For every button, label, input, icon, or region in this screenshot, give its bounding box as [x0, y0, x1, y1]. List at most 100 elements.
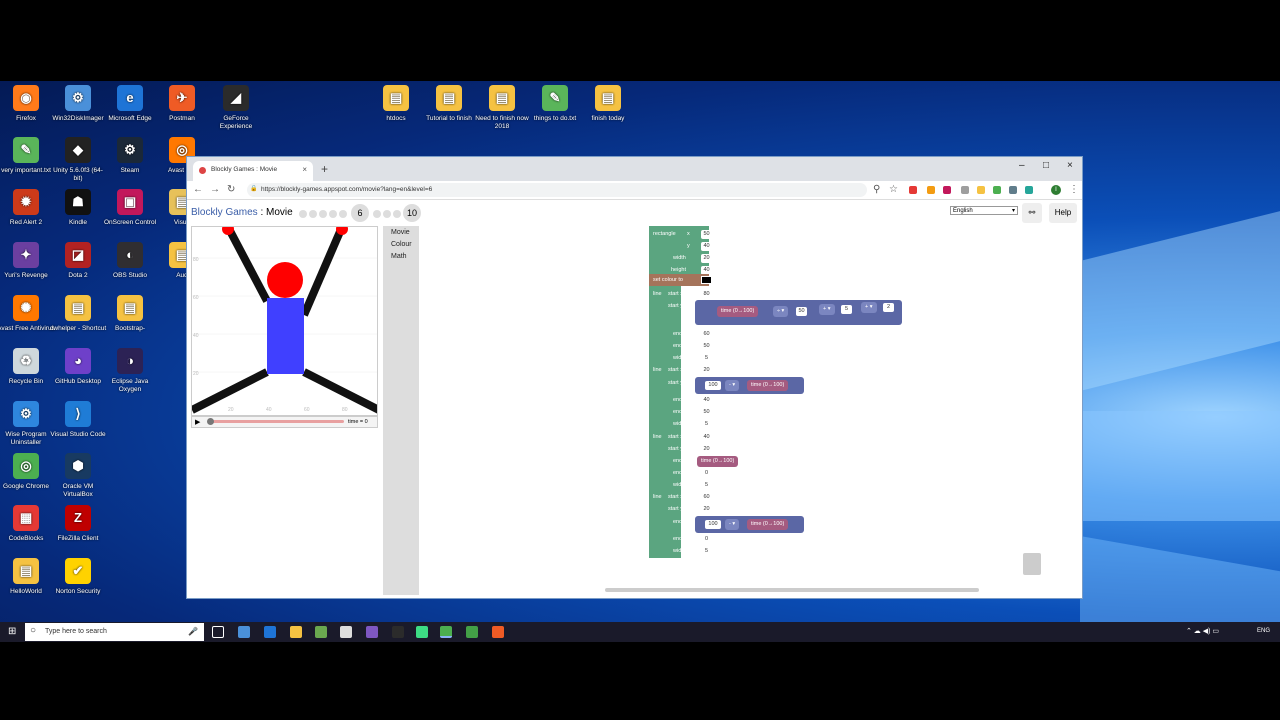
desktop-icon[interactable]: ◢ GeForce Experience: [207, 85, 265, 131]
divisor-value[interactable]: 50: [796, 307, 807, 316]
rect-y-value[interactable]: 40: [701, 242, 712, 251]
time-block[interactable]: time (0→100): [747, 519, 789, 530]
subtract-minuend-2[interactable]: 100: [705, 520, 721, 529]
line2-endy-value[interactable]: 50: [701, 408, 712, 417]
level-8-dot[interactable]: [383, 210, 391, 218]
toolbox-movie[interactable]: Movie: [383, 226, 419, 238]
desktop-icon[interactable]: ▤ HelloWorld: [0, 558, 55, 596]
help-button[interactable]: Help: [1049, 203, 1077, 223]
trash-icon[interactable]: [1023, 553, 1041, 575]
desktop-icon[interactable]: ◐ OBS Studio: [101, 242, 159, 280]
desktop-icon[interactable]: ◑ Eclipse Java Oxygen: [101, 348, 159, 394]
minimize-button[interactable]: –: [1019, 160, 1025, 171]
bookmark-star-icon[interactable]: ☆: [889, 184, 898, 195]
desktop-icon[interactable]: Z FileZilla Client: [49, 505, 107, 543]
profile-avatar[interactable]: I: [1051, 185, 1061, 195]
current-level-badge[interactable]: 6: [351, 204, 369, 222]
level-1-dot[interactable]: [299, 210, 307, 218]
rect-x-value[interactable]: 50: [701, 230, 712, 239]
minus-operator[interactable]: - ▾: [725, 380, 740, 391]
chart-extension-icon[interactable]: [927, 186, 935, 194]
level-4-dot[interactable]: [329, 210, 337, 218]
desktop-icon[interactable]: ✈ Postman: [153, 85, 211, 123]
desktop-icon[interactable]: ✎ things to do.txt: [526, 85, 584, 123]
desktop-icon[interactable]: ⬢ Oracle VM VirtualBox: [49, 453, 107, 499]
start-windows-icon[interactable]: ⊞: [8, 626, 16, 637]
filter-extension-icon[interactable]: [1009, 186, 1017, 194]
desktop-icon[interactable]: ◕ GitHub Desktop: [49, 348, 107, 386]
back-icon[interactable]: ←: [193, 184, 203, 195]
level-7-dot[interactable]: [373, 210, 381, 218]
visual-studio-icon[interactable]: [366, 626, 378, 638]
sync-extension-icon[interactable]: [1025, 186, 1033, 194]
time-block[interactable]: time (0→100): [717, 306, 759, 317]
desktop-icon[interactable]: ▤ Bootstrap-: [101, 295, 159, 333]
level-3-dot[interactable]: [319, 210, 327, 218]
microphone-icon[interactable]: 🎤: [188, 627, 198, 636]
folder-extension-icon[interactable]: [977, 186, 985, 194]
forward-icon[interactable]: →: [210, 184, 220, 195]
desktop-icon[interactable]: ◎ Google Chrome: [0, 453, 55, 491]
divide-operator[interactable]: ÷ ▾: [773, 306, 789, 317]
line4-endy-value[interactable]: 0: [701, 535, 712, 544]
line2-width-value[interactable]: 5: [701, 420, 712, 429]
line1-startx-value[interactable]: 80: [701, 290, 712, 299]
plus-operator-2[interactable]: + ▾: [861, 302, 877, 313]
desktop-icon[interactable]: ♻ Recycle Bin: [0, 348, 55, 386]
level-9-dot[interactable]: [393, 210, 401, 218]
desktop-icon[interactable]: ⚙ Wise Program Uninstaller: [0, 401, 55, 447]
language-select[interactable]: English ▾: [950, 206, 1018, 215]
line3-startx-value[interactable]: 40: [701, 433, 712, 442]
subtract-minuend[interactable]: 100: [705, 381, 721, 390]
line3-width-value[interactable]: 5: [701, 481, 712, 490]
desktop-icon[interactable]: ✦ Yuri's Revenge: [0, 242, 55, 280]
rect-width-value[interactable]: 20: [701, 254, 712, 263]
line4-width-value[interactable]: 5: [701, 547, 712, 556]
opera-extension-icon[interactable]: [909, 186, 917, 194]
close-window-button[interactable]: ×: [1067, 160, 1073, 171]
desktop-icon[interactable]: ▤ Need to finish now 2018: [473, 85, 531, 131]
line3-endy-value[interactable]: 0: [701, 469, 712, 478]
colour-swatch[interactable]: [701, 276, 712, 284]
postman-taskbar-icon[interactable]: [492, 626, 504, 638]
desktop-icon[interactable]: ▣ OnScreen Control: [101, 189, 159, 227]
line4-starty-value[interactable]: 20: [701, 505, 712, 514]
file-explorer-icon[interactable]: [290, 626, 302, 638]
chrome-taskbar-icon[interactable]: [440, 626, 452, 638]
input-language[interactable]: ENG: [1257, 628, 1270, 634]
desktop-icon[interactable]: ⟩ Visual Studio Code: [49, 401, 107, 439]
level-5-dot[interactable]: [339, 210, 347, 218]
desktop-icon[interactable]: ⚙ Steam: [101, 137, 159, 175]
desktop-icon[interactable]: ✔ Norton Security: [49, 558, 107, 596]
desktop-icon[interactable]: ✺ Avast Free Antivirus: [0, 295, 55, 333]
edge-taskbar-icon[interactable]: [264, 626, 276, 638]
time-block[interactable]: time (0→100): [747, 380, 789, 391]
camtasia-icon[interactable]: [466, 626, 478, 638]
desktop-icon[interactable]: ▤ htdocs: [367, 85, 425, 123]
desktop-icon[interactable]: ⚙ Win32DiskImager: [49, 85, 107, 123]
toolbox-colour[interactable]: Colour: [383, 238, 419, 250]
desktop-icon[interactable]: ◉ Firefox: [0, 85, 55, 123]
toolbox-math[interactable]: Math: [383, 250, 419, 262]
system-tray-icons[interactable]: ⌃ ☁ ◀) ▭: [1186, 627, 1219, 635]
line2-endx-value[interactable]: 40: [701, 396, 712, 405]
time-slider[interactable]: [210, 420, 344, 423]
desktop-icon[interactable]: ▦ CodeBlocks: [0, 505, 55, 543]
addend2-value[interactable]: 2: [883, 303, 894, 312]
desktop-icon[interactable]: ▤ Tutorial to finish: [420, 85, 478, 123]
line1-endx-value[interactable]: 60: [701, 330, 712, 339]
desktop-icon[interactable]: ▤ finish today: [579, 85, 637, 123]
desktop-icon[interactable]: ◆ Unity 5.6.0f3 (64-bit): [49, 137, 107, 183]
desktop-icon[interactable]: ✹ Red Alert 2: [0, 189, 55, 227]
desktop-icon[interactable]: ✎ very important.txt: [0, 137, 55, 175]
line4-startx-value[interactable]: 60: [701, 493, 712, 502]
tab-blockly-movie[interactable]: Blockly Games : Movie ×: [193, 161, 313, 181]
addend-value[interactable]: 5: [841, 305, 852, 314]
slider-knob[interactable]: [207, 418, 214, 425]
time-block[interactable]: time (0→100): [697, 456, 739, 467]
desktop-icon[interactable]: ▤ dwhelper - Shortcut: [49, 295, 107, 333]
max-level-badge[interactable]: 10: [403, 204, 421, 222]
mail-icon[interactable]: [340, 626, 352, 638]
m-extension-icon[interactable]: [943, 186, 951, 194]
brand-link[interactable]: Blockly Games: [191, 207, 258, 218]
